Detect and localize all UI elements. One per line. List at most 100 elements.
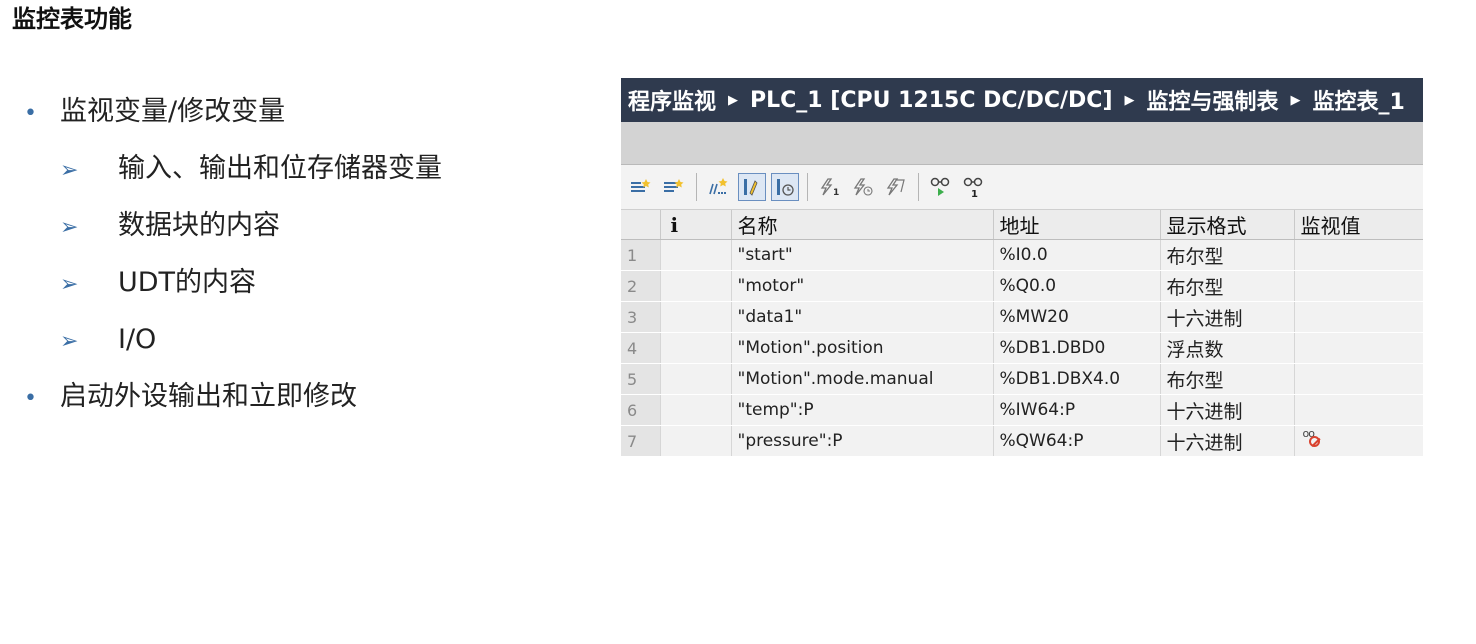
row-index: 2 [621, 270, 661, 302]
bullet-item: • 启动外设输出和立即修改 [24, 379, 357, 417]
row-index: 6 [621, 394, 661, 426]
row-index: 4 [621, 332, 661, 364]
table-row[interactable]: 1 "start" %I0.0 布尔型 [621, 239, 1423, 271]
column-header-index [621, 210, 661, 240]
address-cell[interactable]: %Q0.0 [993, 270, 1161, 302]
address-cell[interactable]: %MW20 [993, 301, 1161, 333]
display-format-cell[interactable]: 浮点数 [1160, 332, 1295, 364]
insert-comment-row-icon[interactable] [705, 173, 733, 201]
monitor-value-cell: oo [1294, 425, 1423, 457]
display-format-cell[interactable]: 布尔型 [1160, 363, 1295, 395]
breadcrumb-item[interactable]: PLC_1 [CPU 1215C DC/DC/DC] [750, 88, 1112, 113]
arrow-bullet-icon: ➢ [60, 215, 79, 240]
tag-name-cell[interactable]: "pressure":P [731, 425, 994, 457]
toolbar-divider [696, 173, 697, 201]
sub-bullet-item: ➢ 数据块的内容 [60, 208, 280, 246]
watch-table-toolbar: 1 1 [621, 165, 1423, 210]
row-info-cell [660, 394, 732, 426]
display-format-cell[interactable]: 十六进制 [1160, 425, 1295, 457]
column-header-address[interactable]: 地址 [993, 210, 1161, 240]
enable-peripheral-output-icon[interactable] [882, 173, 910, 201]
tag-name-cell[interactable]: "Motion".position [731, 332, 994, 364]
table-row[interactable]: 3 "data1" %MW20 十六进制 [621, 301, 1423, 333]
arrow-bullet-icon: ➢ [60, 329, 79, 354]
address-cell[interactable]: %QW64:P [993, 425, 1161, 457]
row-info-cell [660, 270, 732, 302]
svg-text:1: 1 [833, 188, 839, 197]
column-header-format[interactable]: 显示格式 [1160, 210, 1295, 240]
bullet-text: 启动外设输出和立即修改 [60, 381, 357, 412]
slide-title: 监控表功能 [12, 5, 132, 33]
breadcrumb-item[interactable]: 程序监视 [628, 84, 716, 116]
info-icon: i [660, 210, 732, 240]
sub-bullet-item: ➢ 输入、输出和位存储器变量 [60, 151, 442, 189]
column-header-monitor-value[interactable]: 监视值 [1294, 210, 1423, 240]
bullet-dot-icon: • [24, 101, 37, 126]
sub-bullet-item: ➢ UDT的内容 [60, 265, 256, 303]
sub-bullet-text: 输入、输出和位存储器变量 [118, 153, 442, 184]
sub-bullet-item: ➢ I/O [60, 322, 156, 360]
monitor-value-cell [1294, 270, 1423, 302]
monitor-now-icon[interactable] [771, 173, 799, 201]
row-index: 5 [621, 363, 661, 395]
toolbar-divider [918, 173, 919, 201]
monitor-once-icon[interactable]: 1 [960, 173, 988, 201]
monitor-value-cell [1294, 301, 1423, 333]
watch-table: i 名称 地址 显示格式 监视值 1 "start" %I0.0 布尔型 2 "… [621, 210, 1423, 457]
table-row[interactable]: 6 "temp":P %IW64:P 十六进制 [621, 394, 1423, 426]
row-index: 3 [621, 301, 661, 333]
row-info-cell [660, 239, 732, 271]
table-header-row: i 名称 地址 显示格式 监视值 [621, 210, 1423, 240]
breadcrumb-separator-icon: ▶ [1290, 92, 1301, 108]
breadcrumb-item[interactable]: 监控表_1 [1313, 84, 1405, 116]
breadcrumb-separator-icon: ▶ [1124, 92, 1135, 108]
monitor-value-cell [1294, 394, 1423, 426]
table-row[interactable]: 5 "Motion".mode.manual %DB1.DBX4.0 布尔型 [621, 363, 1423, 395]
address-cell[interactable]: %IW64:P [993, 394, 1161, 426]
modify-trigger-icon[interactable] [849, 173, 877, 201]
monitor-continuous-icon[interactable] [927, 173, 955, 201]
tag-name-cell[interactable]: "data1" [731, 301, 994, 333]
sub-bullet-text: 数据块的内容 [118, 210, 280, 241]
panel-header-strip [621, 122, 1423, 165]
display-format-cell[interactable]: 十六进制 [1160, 301, 1295, 333]
svg-text:1: 1 [971, 189, 978, 198]
display-format-cell[interactable]: 布尔型 [1160, 270, 1295, 302]
tag-name-cell[interactable]: "start" [731, 239, 994, 271]
table-row[interactable]: 2 "motor" %Q0.0 布尔型 [621, 270, 1423, 302]
sub-bullet-text: I/O [118, 324, 157, 355]
sub-bullet-text: UDT的内容 [118, 267, 257, 298]
address-cell[interactable]: %DB1.DBD0 [993, 332, 1161, 364]
row-info-cell [660, 425, 732, 457]
table-row[interactable]: 7 "pressure":P %QW64:P 十六进制 oo [621, 425, 1423, 457]
monitoring-disabled-icon: oo [1301, 427, 1329, 451]
address-cell[interactable]: %I0.0 [993, 239, 1161, 271]
bullet-item: • 监视变量/修改变量 [24, 94, 285, 132]
monitor-all-icon[interactable] [738, 173, 766, 201]
row-index: 7 [621, 425, 661, 457]
monitor-value-cell [1294, 363, 1423, 395]
monitor-value-cell [1294, 332, 1423, 364]
address-cell[interactable]: %DB1.DBX4.0 [993, 363, 1161, 395]
tag-name-cell[interactable]: "motor" [731, 270, 994, 302]
tag-name-cell[interactable]: "Motion".mode.manual [731, 363, 994, 395]
breadcrumb-item[interactable]: 监控与强制表 [1147, 84, 1279, 116]
watch-table-panel: 程序监视 ▶ PLC_1 [CPU 1215C DC/DC/DC] ▶ 监控与强… [621, 78, 1423, 462]
arrow-bullet-icon: ➢ [60, 272, 79, 297]
display-format-cell[interactable]: 布尔型 [1160, 239, 1295, 271]
table-row[interactable]: 4 "Motion".position %DB1.DBD0 浮点数 [621, 332, 1423, 364]
breadcrumb: 程序监视 ▶ PLC_1 [CPU 1215C DC/DC/DC] ▶ 监控与强… [621, 78, 1423, 122]
row-info-cell [660, 332, 732, 364]
insert-row-icon[interactable] [627, 173, 655, 201]
display-format-cell[interactable]: 十六进制 [1160, 394, 1295, 426]
add-row-icon[interactable] [660, 173, 688, 201]
row-index: 1 [621, 239, 661, 271]
column-header-name[interactable]: 名称 [731, 210, 994, 240]
monitor-value-cell [1294, 239, 1423, 271]
row-info-cell [660, 301, 732, 333]
tag-name-cell[interactable]: "temp":P [731, 394, 994, 426]
bullet-dot-icon: • [24, 386, 37, 411]
arrow-bullet-icon: ➢ [60, 158, 79, 183]
modify-now-icon[interactable]: 1 [816, 173, 844, 201]
toolbar-divider [807, 173, 808, 201]
